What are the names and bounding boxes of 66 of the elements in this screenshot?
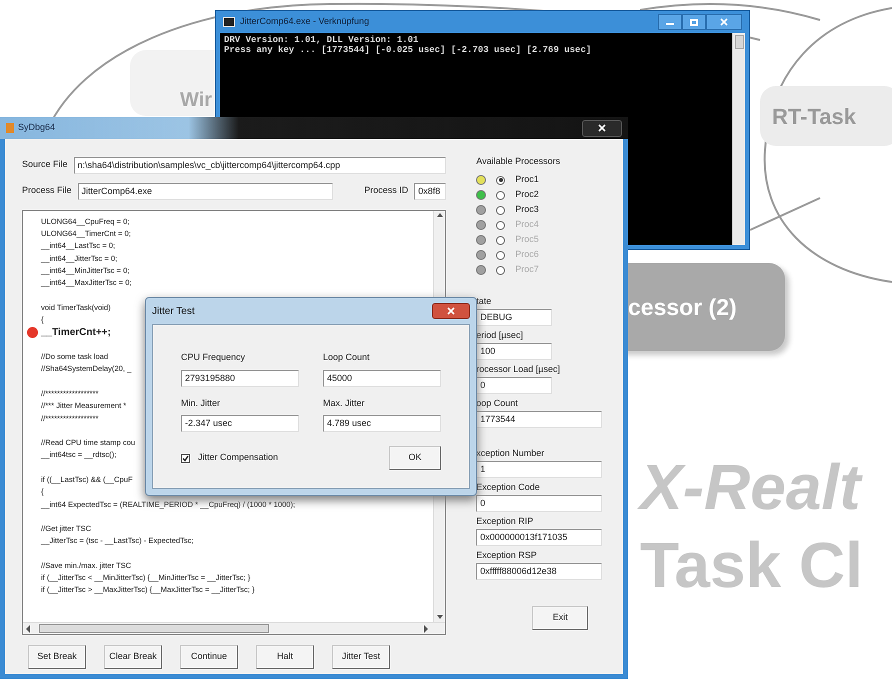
radio-label[interactable]: Proc2: [515, 188, 539, 202]
push-button[interactable]: OK: [389, 446, 441, 470]
console-line: Press any key ... [1773544] [-0.025 usec] [-2.703 usec] [2.769 usec]: [224, 45, 592, 55]
vertical-scrollbar[interactable]: [732, 33, 745, 245]
text-field[interactable]: 45000: [323, 370, 441, 386]
diagram-label: Wir: [180, 88, 212, 113]
text-field[interactable]: 0: [476, 376, 552, 394]
field-label: Source File: [22, 158, 68, 172]
window-title: Jitter Test: [152, 304, 195, 318]
scroll-arrow-up-icon[interactable]: [436, 212, 444, 220]
radio-button[interactable]: [496, 176, 506, 184]
field-label: Max. Jitter: [323, 396, 366, 410]
app-icon: [6, 123, 14, 133]
field-label: Exception RSP: [476, 548, 538, 560]
text-field[interactable]: -2.347 usec: [181, 415, 299, 432]
field-label: eriod [µsec]: [476, 328, 524, 340]
radio-label[interactable]: Proc3: [515, 203, 539, 217]
console-line: DRV Version: 1.01, DLL Version: 1.01: [224, 35, 420, 45]
field-label: Process File: [22, 184, 72, 198]
field-label: Min. Jitter: [181, 396, 222, 410]
text-field[interactable]: 1: [476, 460, 602, 478]
diagram-label: cessor (2): [628, 292, 737, 322]
console-app-icon: [223, 17, 235, 27]
diagram-label: RT-Task: [772, 102, 856, 130]
text-field[interactable]: JitterComp64.exe: [78, 182, 333, 200]
text-field[interactable]: 0x8f8: [414, 182, 446, 200]
radio-button[interactable]: [496, 206, 506, 214]
field-label: Exception Code: [476, 480, 541, 492]
radio-button[interactable]: [496, 190, 506, 200]
text-field[interactable]: 0x000000013f171035: [476, 528, 602, 546]
text-field[interactable]: 0: [476, 494, 602, 512]
text-field[interactable]: 1773544: [476, 410, 602, 428]
text-field[interactable]: 2793195880: [181, 370, 299, 386]
maximize-icon[interactable]: [682, 14, 706, 30]
text-field[interactable]: 100: [476, 342, 552, 360]
minimize-icon[interactable]: [658, 14, 682, 30]
field-label: xception Number: [476, 446, 546, 458]
field-label: rocessor Load [µsec]: [476, 362, 561, 374]
field-label: Loop Count: [323, 351, 371, 364]
horizontal-scrollbar[interactable]: [23, 622, 446, 634]
text-field[interactable]: DEBUG: [476, 308, 552, 326]
push-button[interactable]: Jitter Test: [332, 645, 390, 669]
window-title: SyDbg64: [18, 121, 56, 134]
push-button[interactable]: Clear Break: [104, 645, 162, 669]
field-label: Process ID: [364, 184, 408, 198]
checkbox[interactable]: [181, 454, 190, 462]
push-button[interactable]: Set Break: [28, 645, 86, 669]
push-button[interactable]: Halt: [256, 645, 314, 669]
radio-label[interactable]: Proc1: [515, 173, 539, 187]
push-button[interactable]: Continue: [180, 645, 238, 669]
field-label: CPU Frequency: [181, 351, 246, 364]
close-icon[interactable]: [582, 120, 622, 136]
field-label: oop Count: [476, 396, 519, 408]
section-label: Available Processors: [476, 155, 562, 168]
window-title: JitterComp64.exe - Verknüpfung: [240, 15, 370, 28]
text-field[interactable]: 4.789 usec: [323, 415, 441, 432]
close-icon[interactable]: [432, 303, 470, 319]
checkbox-label[interactable]: Jitter Compensation: [198, 451, 278, 465]
scroll-arrow-left-icon[interactable]: [25, 624, 33, 632]
text-field[interactable]: n:\sha64\distribution\samples\vc_cb\jittercomp64\jittercomp64.cpp: [74, 156, 446, 174]
push-button[interactable]: Exit: [532, 606, 588, 630]
field-label: Exception RIP: [476, 514, 534, 526]
text-field[interactable]: 0xfffff88006d12e38: [476, 562, 602, 580]
field-label: tate: [476, 294, 492, 306]
code-line: __TimerCnt++;: [41, 326, 111, 340]
headline-text: Task Cl: [640, 528, 863, 603]
